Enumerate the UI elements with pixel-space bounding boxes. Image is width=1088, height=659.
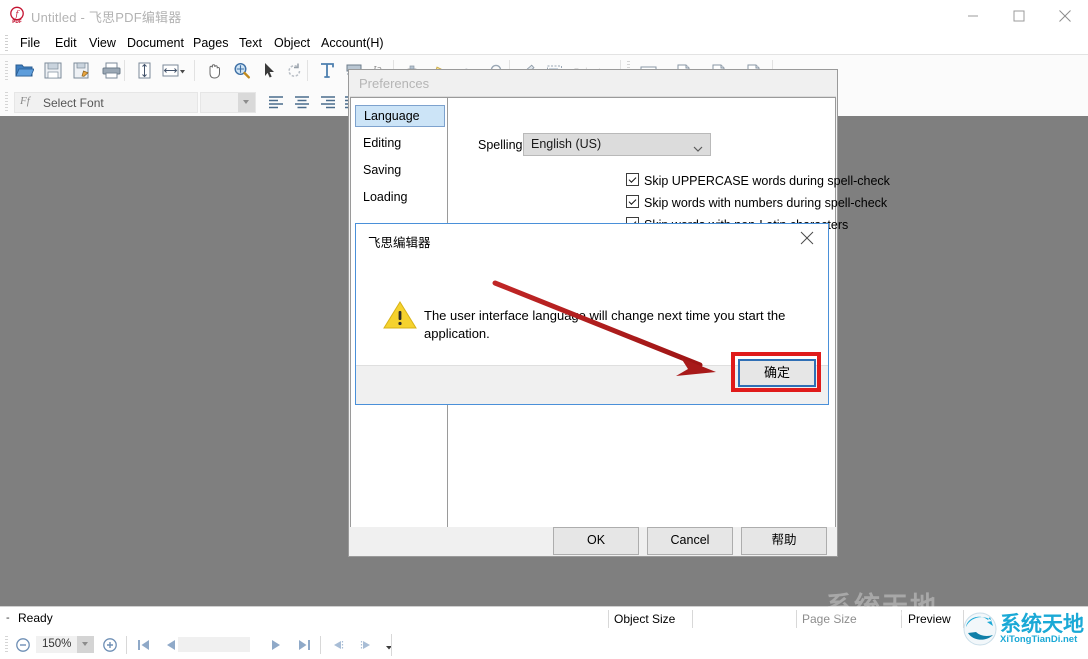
message-text: The user interface language will change … <box>424 307 802 343</box>
toolbar-grip[interactable] <box>5 61 8 80</box>
status-collapse-glyph[interactable]: - <box>6 612 10 624</box>
menu-item-account[interactable]: Account(H) <box>314 33 391 53</box>
watermark-globe-icon <box>962 611 998 647</box>
checkbox-label: Skip UPPERCASE words during spell-check <box>644 174 890 188</box>
fit-height-icon[interactable] <box>132 60 156 82</box>
chevron-down-icon[interactable] <box>693 141 701 146</box>
spelling-label: Spelling: <box>478 138 526 152</box>
help-button[interactable]: 帮助 <box>741 527 827 555</box>
window-title: Untitled - 飞思PDF编辑器 <box>31 7 181 26</box>
nav-divider <box>391 634 392 656</box>
align-left-icon[interactable] <box>264 92 288 114</box>
menu-item-view[interactable]: View <box>82 33 123 53</box>
nav-divider <box>126 636 127 654</box>
sidebar-item-editing[interactable]: Editing <box>355 132 445 154</box>
watermark: 系统天地 XiTongTianDi.net <box>962 608 1084 654</box>
menu-grip[interactable] <box>5 35 8 51</box>
text-tool-icon[interactable] <box>315 60 339 82</box>
prev-view-icon[interactable] <box>327 635 349 655</box>
checkbox-label: Skip words with numbers during spell-che… <box>644 196 887 210</box>
cancel-button[interactable]: Cancel <box>647 527 733 555</box>
maximize-icon[interactable] <box>996 0 1042 31</box>
toolbar-separator <box>194 60 195 81</box>
watermark-url: XiTongTianDi.net <box>1000 634 1077 645</box>
save-as-icon[interactable] <box>70 60 94 82</box>
ok-button[interactable]: OK <box>553 527 639 555</box>
next-page-icon[interactable] <box>265 635 287 655</box>
sidebar-item-language[interactable]: Language <box>355 105 445 127</box>
sidebar-item-saving[interactable]: Saving <box>355 159 445 181</box>
preferences-footer: OK Cancel 帮助 <box>350 527 836 555</box>
status-object-size-label: Object Size <box>614 607 675 631</box>
hand-tool-icon[interactable] <box>203 60 227 82</box>
status-ready-text: Ready <box>18 611 53 625</box>
nav-divider <box>320 636 321 654</box>
spelling-language-select[interactable]: English (US) <box>523 133 711 156</box>
sidebar-item-loading[interactable]: Loading <box>355 186 445 208</box>
overflow-arrow-icon[interactable] <box>378 635 400 655</box>
menu-bar: File Edit View Document Pages Text Objec… <box>0 31 1088 55</box>
menu-item-edit[interactable]: Edit <box>48 33 84 53</box>
font-toolbar-grip[interactable] <box>5 92 8 111</box>
select-tool-icon[interactable] <box>257 60 281 82</box>
application-window: f PDF Untitled - 飞思PDF编辑器 File Edit View… <box>0 0 1088 658</box>
confirm-ok-button[interactable]: 确定 <box>738 359 816 387</box>
menu-item-pages[interactable]: Pages <box>186 33 235 53</box>
pdf-logo-icon: f PDF <box>8 6 26 24</box>
menu-item-file[interactable]: File <box>13 33 47 53</box>
close-icon[interactable] <box>1042 0 1088 31</box>
menu-item-text[interactable]: Text <box>232 33 269 53</box>
align-right-icon[interactable] <box>316 92 340 114</box>
open-folder-icon[interactable] <box>12 60 36 82</box>
minimize-icon[interactable] <box>950 0 996 31</box>
close-icon[interactable] <box>786 224 828 252</box>
font-size-combo[interactable] <box>200 92 256 113</box>
checkbox-skip-numbers[interactable]: Skip words with numbers during spell-che… <box>626 195 887 210</box>
toolbar-separator <box>307 60 308 81</box>
zoom-level-value: 150% <box>42 638 71 650</box>
chevron-down-icon[interactable] <box>238 93 255 112</box>
next-view-icon[interactable] <box>355 635 377 655</box>
svg-text:PDF: PDF <box>12 19 22 24</box>
message-dialog-title: 飞思编辑器 <box>368 232 431 251</box>
menu-item-object[interactable]: Object <box>267 33 317 53</box>
spelling-language-value: English (US) <box>531 137 601 151</box>
font-placeholder: Select Font <box>43 96 104 110</box>
page-number-input[interactable] <box>178 637 250 652</box>
svg-text:f: f <box>15 9 21 18</box>
zoom-level-combo[interactable]: 150% <box>36 636 94 653</box>
last-page-icon[interactable] <box>293 635 315 655</box>
preferences-title: Preferences <box>359 76 429 91</box>
nav-grip[interactable] <box>5 636 8 653</box>
print-icon[interactable] <box>99 60 123 82</box>
align-center-icon[interactable] <box>290 92 314 114</box>
zoom-tool-icon[interactable] <box>230 60 254 82</box>
dropdown-arrow-icon[interactable] <box>176 60 188 82</box>
watermark-ghost: 系统天地 <box>826 586 938 623</box>
status-divider <box>692 610 693 628</box>
status-divider <box>608 610 609 628</box>
title-bar: f PDF Untitled - 飞思PDF编辑器 <box>0 0 1088 31</box>
checkbox-box[interactable] <box>626 195 639 208</box>
font-icon: Ff <box>20 95 30 107</box>
chevron-down-icon[interactable] <box>77 636 94 653</box>
save-icon[interactable] <box>41 60 65 82</box>
font-select-input[interactable]: Ff Select Font <box>14 92 198 113</box>
zoom-in-icon[interactable] <box>99 635 121 655</box>
warning-triangle-icon <box>383 300 417 330</box>
toolbar-separator <box>124 60 125 81</box>
rotate-icon[interactable] <box>282 60 306 82</box>
status-row-navigation: 150% <box>0 631 1088 658</box>
first-page-icon[interactable] <box>133 635 155 655</box>
checkbox-skip-uppercase[interactable]: Skip UPPERCASE words during spell-check <box>626 173 890 188</box>
checkbox-box[interactable] <box>626 173 639 186</box>
zoom-out-icon[interactable] <box>12 635 34 655</box>
menu-item-document[interactable]: Document <box>120 33 191 53</box>
message-dialog-content: The user interface language will change … <box>356 252 828 365</box>
status-divider <box>796 610 797 628</box>
